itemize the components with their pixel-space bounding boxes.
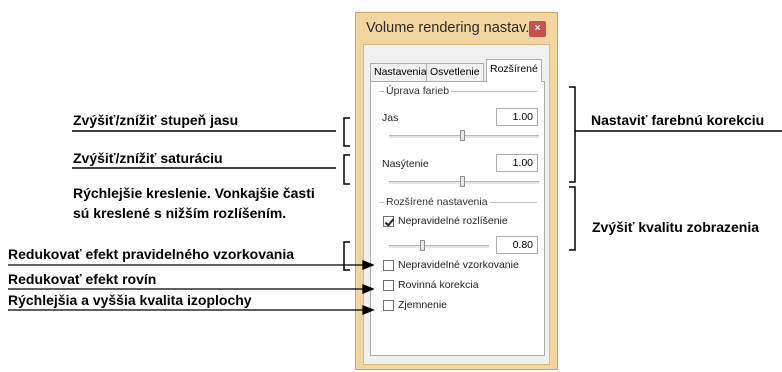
arrowhead-isosurface [362,305,375,315]
arrowhead-sampling [362,260,375,270]
arrowhead-planes [362,284,375,294]
bracket-brightness [343,117,350,147]
bracket-resolution [343,241,350,271]
bracket-quality [569,186,576,251]
annotation-isosurface: Rýchlejšia a vyššia kvalita izoplochy [8,292,252,308]
annotation-sampling: Redukovať efekt pravidelného vzorkovania [8,246,295,262]
annotation-color-correction: Nastaviť farebnú korekciu [591,112,765,128]
bracket-color-correction [569,86,576,183]
annotation-faster-line1: Rýchlejšie kreslenie. Vonkajšie časti [73,185,315,201]
tab-rozsirene[interactable]: Rozšírené [486,59,542,82]
annotation-planes: Redukovať efekt rovín [8,271,157,287]
annotation-brightness: Zvýšiť/znížiť stupeň jasu [73,112,239,128]
annotation-saturation: Zvýšiť/znížiť saturáciu [73,150,223,166]
annotation-faster-line2: sú kreslené s nižším rozlíšením. [73,205,287,221]
bracket-saturation [343,154,350,185]
annotation-quality: Zvýšiť kvalitu zobrazenia [592,219,759,235]
